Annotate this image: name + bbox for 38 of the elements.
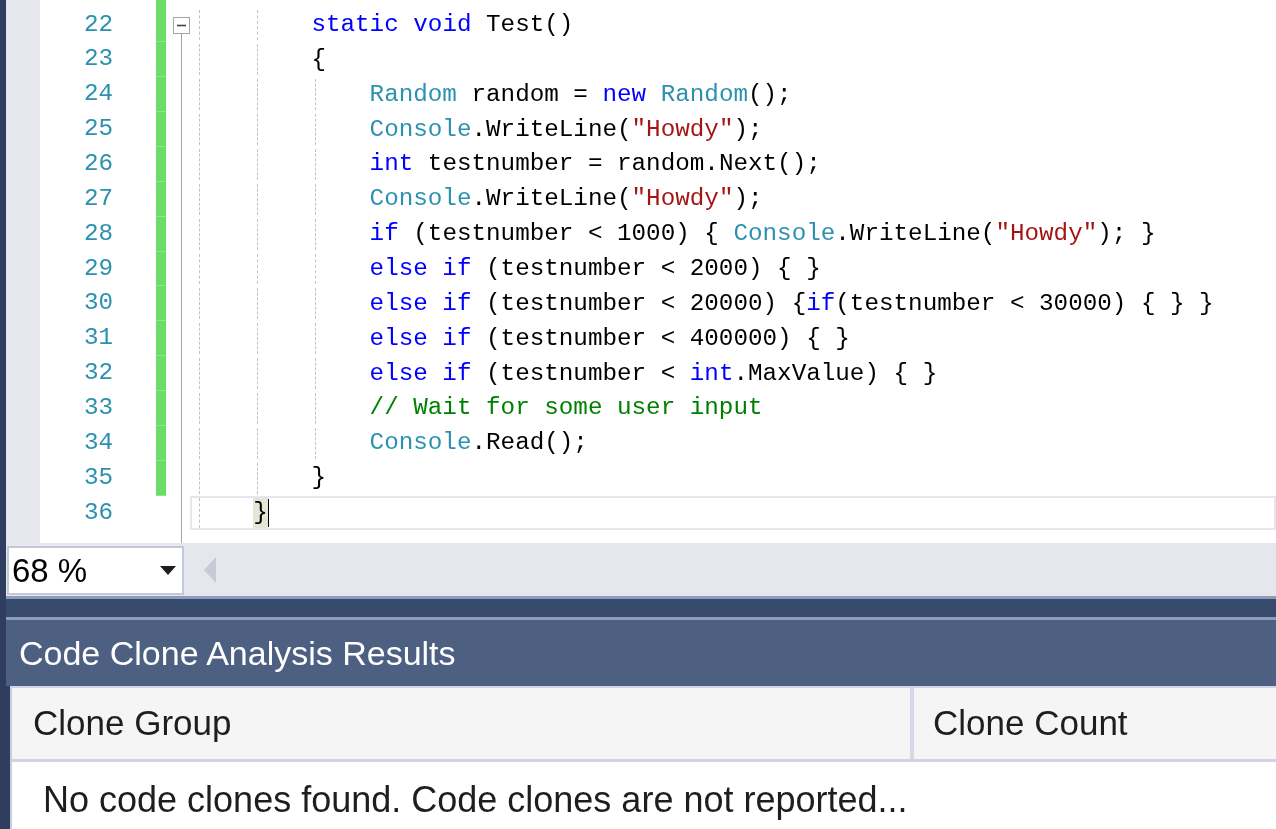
line-number: 28: [82, 218, 113, 249]
code-line: Console.WriteLine("Howdy");: [369, 114, 763, 145]
text-cursor: [267, 499, 269, 528]
tool-window-title: Code Clone Analysis Results: [19, 636, 456, 670]
empty-results-message: No code clones found. Code clones are not reported...: [43, 779, 908, 820]
line-number: 30: [82, 288, 113, 319]
code-line: else if (testnumber < 400000) { }: [369, 323, 850, 354]
code-line: else if (testnumber < 20000) {if(testnumber < 30000) { } }: [369, 288, 1214, 319]
line-number: 22: [82, 9, 113, 40]
code-line: Console.Read();: [369, 428, 588, 459]
code-line: Console.WriteLine("Howdy");: [369, 184, 763, 215]
code-line: else if (testnumber < 2000) { }: [369, 254, 821, 285]
line-number: 31: [82, 323, 113, 354]
line-number: 29: [82, 253, 113, 284]
code-line: else if (testnumber < int.MaxValue) { }: [369, 358, 938, 389]
code-line: if (testnumber < 1000) { Console.WriteLine("Howdy"); }: [369, 219, 1156, 250]
zoom-level-dropdown[interactable]: 68 %: [7, 546, 184, 595]
code-line: static void Test(): [311, 10, 574, 40]
line-number: 25: [82, 114, 113, 145]
line-number: 26: [82, 149, 113, 180]
line-number: 36: [82, 497, 113, 528]
line-number: 35: [82, 462, 113, 493]
column-header[interactable]: Clone Group: [12, 688, 910, 759]
code-line: }: [311, 463, 326, 494]
dropdown-caret-icon: [160, 566, 176, 575]
line-number: 34: [82, 427, 113, 458]
line-number: 32: [82, 358, 113, 389]
panel-splitter[interactable]: [6, 596, 1276, 620]
line-number: 24: [82, 79, 113, 110]
column-header[interactable]: Clone Count: [914, 688, 1276, 759]
line-number: 33: [82, 393, 113, 424]
collapse-icon[interactable]: [173, 16, 190, 34]
line-number: 23: [82, 44, 113, 75]
code-line: Random random = new Random();: [369, 79, 792, 110]
code-line: {: [311, 44, 326, 75]
line-number: 27: [82, 183, 113, 214]
code-line: // Wait for some user input: [369, 393, 763, 424]
code-line: int testnumber = random.Next();: [369, 149, 821, 180]
